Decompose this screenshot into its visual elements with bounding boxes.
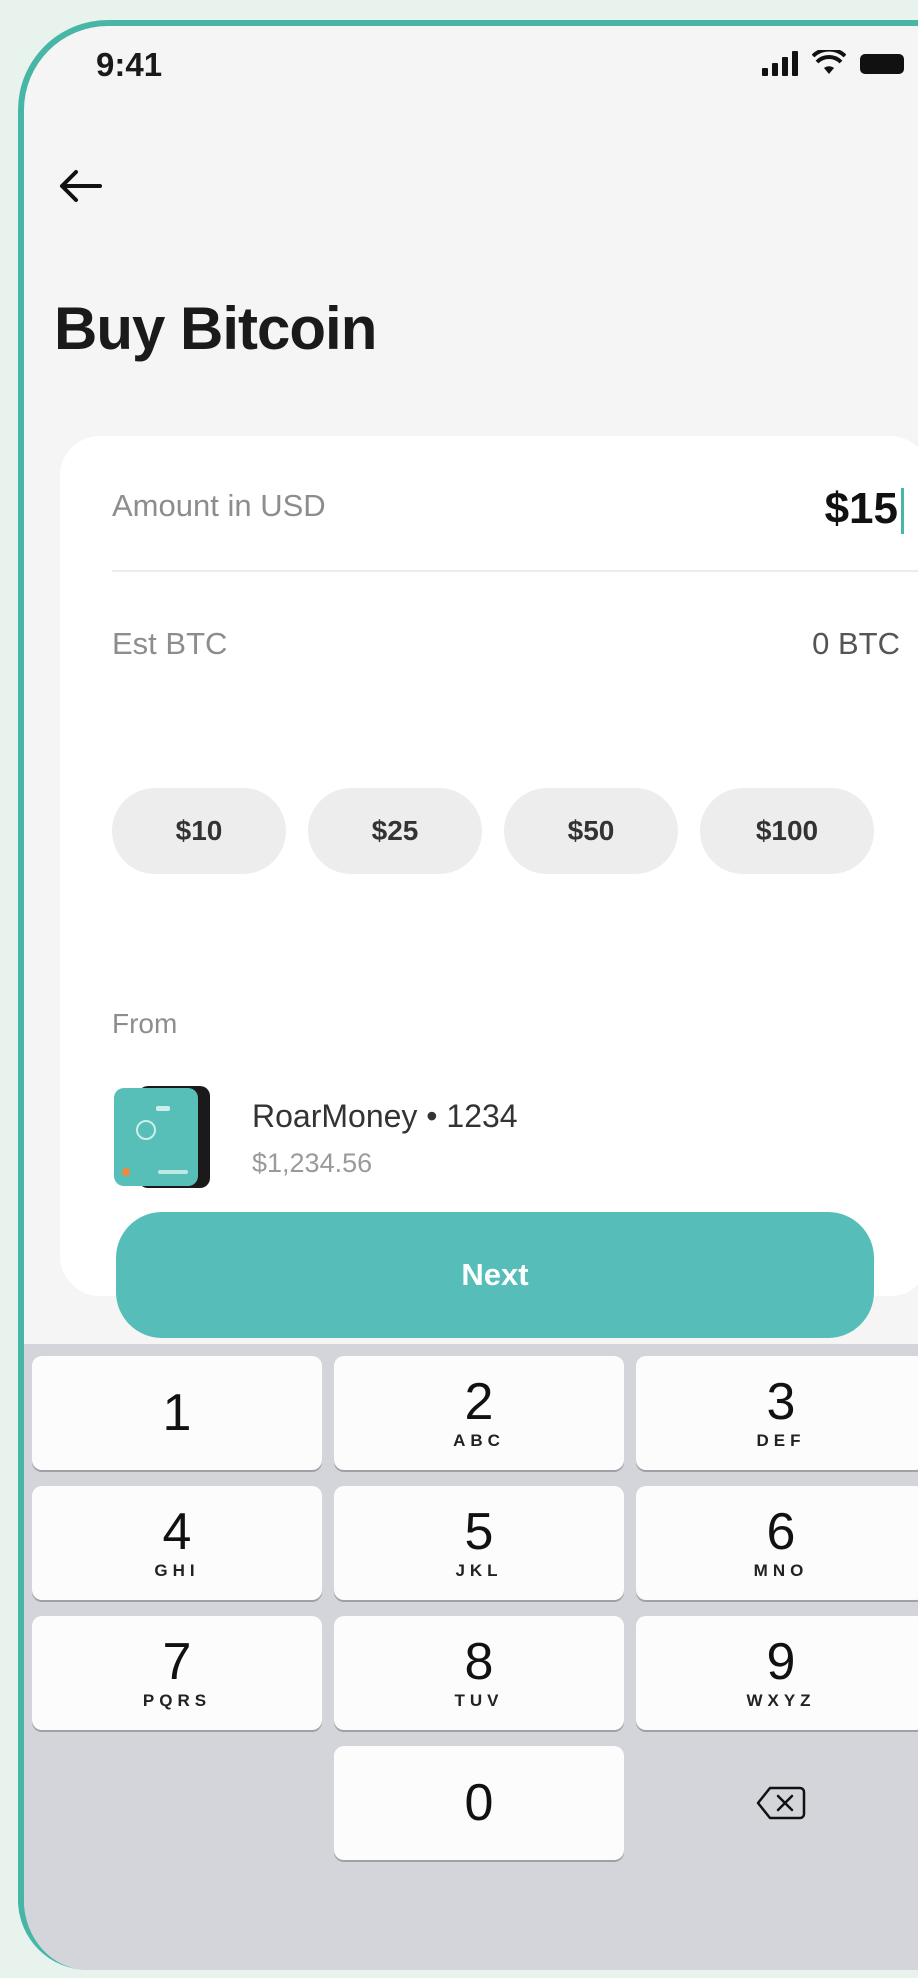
key-letters: WXYZ: [746, 1691, 816, 1710]
quick-amount-chips: $10 $25 $50 $100: [112, 788, 874, 874]
delete-key[interactable]: [636, 1746, 918, 1860]
key-number: 3: [766, 1373, 796, 1431]
back-button[interactable]: [54, 166, 114, 216]
key-3[interactable]: 3 DEF: [636, 1356, 918, 1470]
status-bar: 9:41: [24, 26, 918, 106]
battery-icon: [860, 54, 904, 74]
key-4[interactable]: 4 GHI: [32, 1486, 322, 1600]
key-number: 5: [464, 1503, 494, 1561]
status-icons: [762, 50, 904, 76]
numeric-keypad: 1 2 ABC 3 DEF 4 GHI 5 JKL 6 MNO 7 PQRS 8…: [24, 1344, 918, 1970]
quick-amount-50-button[interactable]: $50: [504, 788, 678, 874]
key-letters: DEF: [756, 1431, 806, 1450]
key-8[interactable]: 8 TUV: [334, 1616, 624, 1730]
page-title: Buy Bitcoin: [54, 295, 377, 362]
debit-card-icon: [114, 1086, 210, 1188]
arrow-left-icon: [60, 170, 102, 202]
key-5[interactable]: 5 JKL: [334, 1486, 624, 1600]
key-0[interactable]: 0: [334, 1746, 624, 1860]
key-number: 8: [464, 1633, 494, 1691]
amount-value: $15: [824, 484, 898, 533]
key-number: 4: [162, 1503, 192, 1561]
key-number: 1: [162, 1384, 192, 1442]
key-letters: JKL: [455, 1561, 503, 1580]
quick-amount-25-button[interactable]: $25: [308, 788, 482, 874]
account-balance: $1,234.56: [252, 1148, 373, 1178]
key-6[interactable]: 6 MNO: [636, 1486, 918, 1600]
key-9[interactable]: 9 WXYZ: [636, 1616, 918, 1730]
account-name: RoarMoney • 1234: [252, 1098, 518, 1134]
est-btc-value: 0 BTC: [812, 626, 900, 661]
key-letters: PQRS: [142, 1691, 212, 1710]
key-number: 9: [766, 1633, 796, 1691]
key-letters: ABC: [453, 1431, 505, 1450]
key-number: 2: [464, 1373, 494, 1431]
key-letters: MNO: [753, 1561, 809, 1580]
amount-label: Amount in USD: [112, 488, 326, 523]
amount-input[interactable]: $15: [824, 484, 904, 535]
key-number: 0: [464, 1774, 494, 1832]
backspace-icon: [756, 1786, 806, 1820]
status-time: 9:41: [96, 46, 163, 83]
quick-amount-10-button[interactable]: $10: [112, 788, 286, 874]
from-label: From: [112, 1008, 178, 1039]
key-letters: GHI: [154, 1561, 200, 1580]
buy-form-card: Amount in USD $15 Est BTC 0 BTC $10 $25 …: [60, 436, 918, 1338]
quick-amount-100-button[interactable]: $100: [700, 788, 874, 874]
key-7[interactable]: 7 PQRS: [32, 1616, 322, 1730]
key-number: 7: [162, 1633, 192, 1691]
divider: [112, 570, 918, 572]
funding-account-selector[interactable]: RoarMoney • 1234 $1,234.56: [112, 1084, 872, 1190]
text-caret: [901, 488, 904, 535]
key-letters: TUV: [454, 1691, 504, 1710]
est-btc-label: Est BTC: [112, 626, 228, 661]
key-number: 6: [766, 1503, 796, 1561]
wifi-icon: [812, 50, 846, 74]
next-button[interactable]: Next: [116, 1212, 874, 1338]
key-2[interactable]: 2 ABC: [334, 1356, 624, 1470]
signal-icon: [762, 50, 798, 76]
key-1[interactable]: 1: [32, 1356, 322, 1470]
phone-screen: 9:41 Buy Bitcoin Amount in USD $15 Est B…: [18, 20, 918, 1970]
